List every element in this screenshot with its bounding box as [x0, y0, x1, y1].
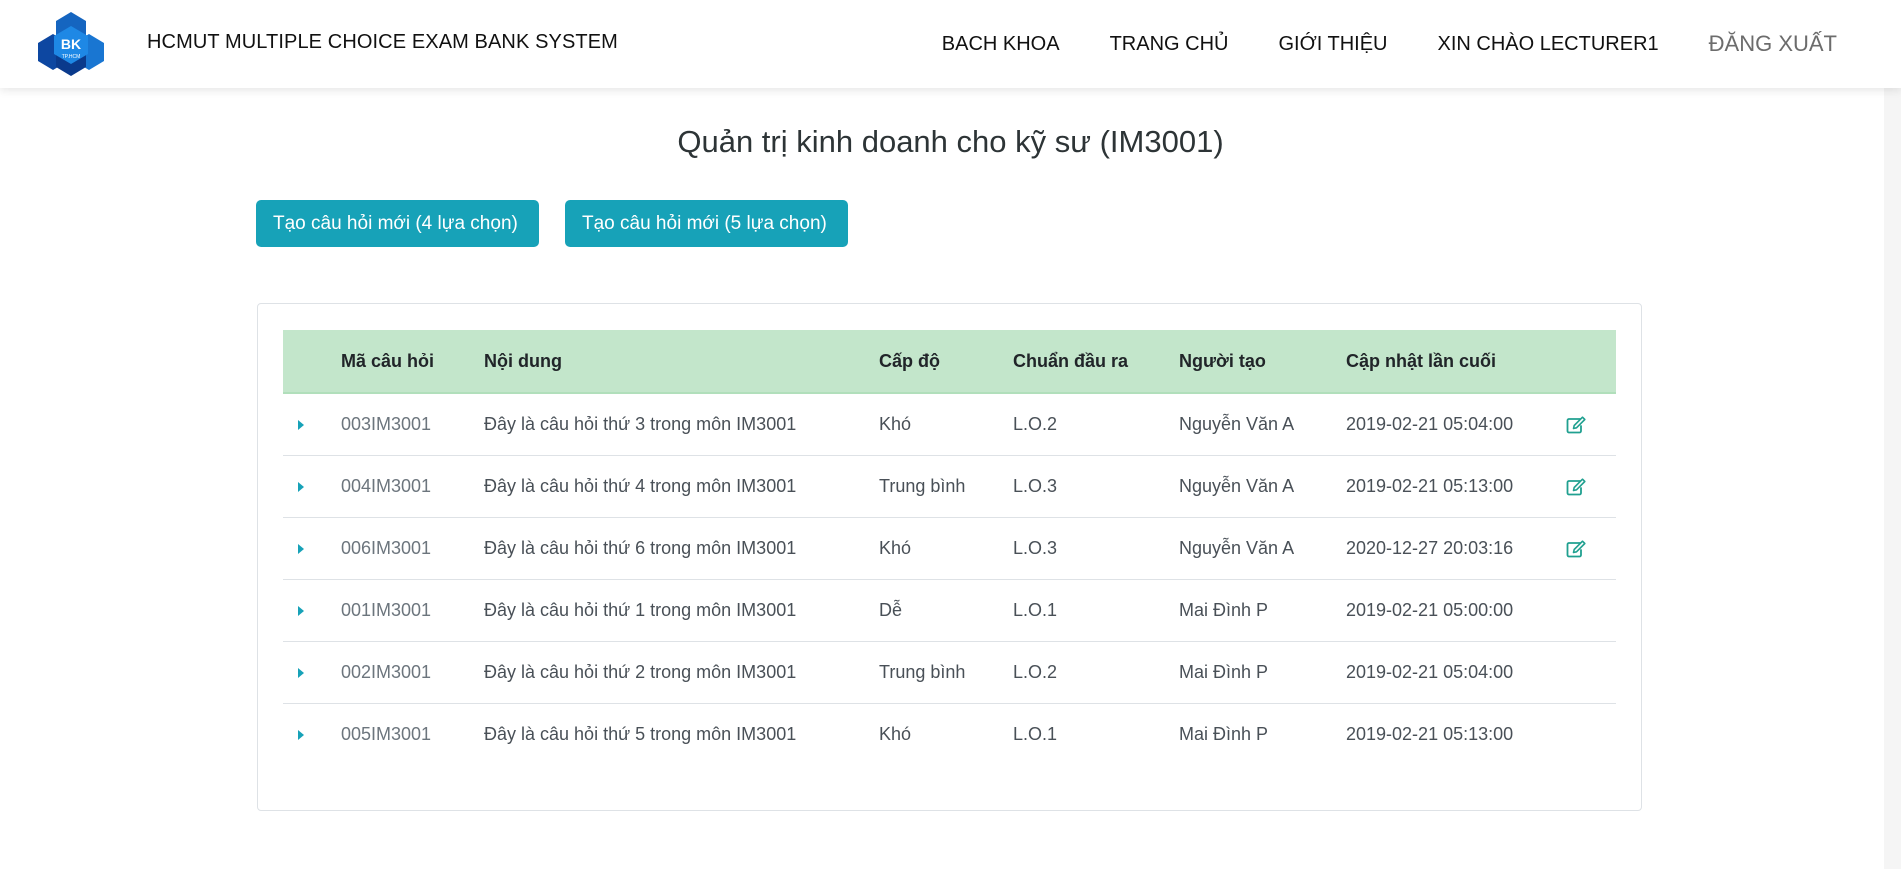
question-code: 003IM3001	[341, 413, 432, 434]
question-learning-outcome: L.O.3	[1013, 537, 1058, 558]
edit-icon[interactable]	[1566, 540, 1586, 558]
nav-link-logout[interactable]: ĐĂNG XUẤT	[1709, 31, 1837, 57]
question-level: Khó	[879, 413, 912, 434]
page-title: Quản trị kinh doanh cho kỹ sư (IM3001)	[677, 124, 1224, 159]
expand-cell[interactable]	[283, 517, 341, 579]
header-actions	[1566, 330, 1616, 393]
table-row[interactable]: 005IM3001 Đây là câu hỏi thứ 5 trong môn…	[283, 703, 1616, 765]
expand-cell[interactable]	[283, 579, 341, 641]
question-code: 002IM3001	[341, 661, 432, 682]
edit-icon[interactable]	[1566, 478, 1586, 496]
questions-table: Mã câu hỏi Nội dung Cấp độ Chuẩn đầu ra …	[283, 330, 1616, 765]
nav-link-user-greeting[interactable]: XIN CHÀO LECTURER1	[1437, 33, 1658, 56]
caret-right-icon[interactable]	[298, 729, 304, 740]
logo-text: BK	[61, 36, 81, 52]
table-row[interactable]: 002IM3001 Đây là câu hỏi thứ 2 trong môn…	[283, 641, 1616, 703]
question-learning-outcome: L.O.1	[1013, 723, 1058, 744]
edit-icon[interactable]	[1566, 416, 1586, 434]
question-level: Trung bình	[879, 661, 966, 682]
question-updated: 2019-02-21 05:13:00	[1346, 475, 1514, 496]
table-row[interactable]: 001IM3001 Đây là câu hỏi thứ 1 trong môn…	[283, 579, 1616, 641]
table-header-row: Mã câu hỏi Nội dung Cấp độ Chuẩn đầu ra …	[283, 330, 1616, 393]
header-content[interactable]: Nội dung	[484, 330, 879, 393]
question-content: Đây là câu hỏi thứ 5 trong môn IM3001	[484, 723, 797, 744]
table-row[interactable]: 003IM3001 Đây là câu hỏi thứ 3 trong môn…	[283, 393, 1616, 455]
caret-right-icon[interactable]	[298, 481, 304, 492]
question-level: Trung bình	[879, 475, 966, 496]
scrollbar[interactable]	[1884, 88, 1901, 869]
table-row[interactable]: 006IM3001 Đây là câu hỏi thứ 6 trong môn…	[283, 517, 1616, 579]
expand-cell[interactable]	[283, 641, 341, 703]
header-learning-outcome[interactable]: Chuẩn đầu ra	[1013, 330, 1179, 393]
expand-cell[interactable]	[283, 703, 341, 765]
expand-cell[interactable]	[283, 393, 341, 455]
header-code[interactable]: Mã câu hỏi	[341, 330, 484, 393]
question-updated: 2019-02-21 05:04:00	[1346, 661, 1514, 682]
question-creator: Mai Đình P	[1179, 661, 1269, 682]
question-content: Đây là câu hỏi thứ 1 trong môn IM3001	[484, 599, 797, 620]
bk-logo-icon[interactable]: BK TP.HCM	[38, 12, 104, 76]
edit-cell	[1566, 455, 1616, 517]
caret-right-icon[interactable]	[298, 605, 304, 616]
question-updated: 2019-02-21 05:00:00	[1346, 599, 1514, 620]
question-creator: Nguyễn Văn A	[1179, 537, 1295, 558]
header-level[interactable]: Cấp độ	[879, 330, 1013, 393]
question-creator: Mai Đình P	[1179, 599, 1269, 620]
edit-cell	[1566, 641, 1616, 703]
question-code: 001IM3001	[341, 599, 432, 620]
create-question-5-choices-button[interactable]: Tạo câu hỏi mới (5 lựa chọn)	[565, 200, 848, 247]
edit-cell	[1566, 579, 1616, 641]
question-learning-outcome: L.O.2	[1013, 413, 1058, 434]
question-learning-outcome: L.O.1	[1013, 599, 1058, 620]
caret-right-icon[interactable]	[298, 543, 304, 554]
create-question-4-choices-button[interactable]: Tạo câu hỏi mới (4 lựa chọn)	[256, 200, 539, 247]
edit-cell	[1566, 517, 1616, 579]
header-creator[interactable]: Người tạo	[1179, 330, 1346, 393]
questions-card: Mã câu hỏi Nội dung Cấp độ Chuẩn đầu ra …	[257, 303, 1642, 811]
header-updated[interactable]: Cập nhật lần cuối	[1346, 330, 1566, 393]
question-updated: 2019-02-21 05:04:00	[1346, 413, 1514, 434]
table-row[interactable]: 004IM3001 Đây là câu hỏi thứ 4 trong môn…	[283, 455, 1616, 517]
question-code: 006IM3001	[341, 537, 432, 558]
question-code: 005IM3001	[341, 723, 432, 744]
question-creator: Nguyễn Văn A	[1179, 475, 1295, 496]
question-creator: Nguyễn Văn A	[1179, 413, 1295, 434]
brand-title[interactable]: HCMUT MULTIPLE CHOICE EXAM BANK SYSTEM	[147, 31, 618, 54]
edit-cell	[1566, 393, 1616, 455]
header-expand	[283, 330, 341, 393]
question-creator: Mai Đình P	[1179, 723, 1269, 744]
nav-links: BACH KHOA TRANG CHỦ GIỚI THIỆU XIN CHÀO …	[942, 0, 1837, 88]
expand-cell[interactable]	[283, 455, 341, 517]
nav-link-bach-khoa[interactable]: BACH KHOA	[942, 33, 1060, 56]
question-level: Dễ	[879, 599, 903, 620]
question-content: Đây là câu hỏi thứ 3 trong môn IM3001	[484, 413, 797, 434]
question-code: 004IM3001	[341, 475, 432, 496]
navbar: BK TP.HCM HCMUT MULTIPLE CHOICE EXAM BAN…	[0, 0, 1901, 88]
question-updated: 2019-02-21 05:13:00	[1346, 723, 1514, 744]
question-content: Đây là câu hỏi thứ 6 trong môn IM3001	[484, 537, 797, 558]
caret-right-icon[interactable]	[298, 667, 304, 678]
question-learning-outcome: L.O.3	[1013, 475, 1058, 496]
caret-right-icon[interactable]	[298, 419, 304, 430]
edit-cell	[1566, 703, 1616, 765]
question-level: Khó	[879, 723, 912, 744]
nav-link-home[interactable]: TRANG CHỦ	[1110, 33, 1229, 56]
question-learning-outcome: L.O.2	[1013, 661, 1058, 682]
question-content: Đây là câu hỏi thứ 4 trong môn IM3001	[484, 475, 797, 496]
nav-link-about[interactable]: GIỚI THIỆU	[1278, 33, 1387, 56]
question-content: Đây là câu hỏi thứ 2 trong môn IM3001	[484, 661, 797, 682]
logo-subtext: TP.HCM	[62, 54, 81, 60]
question-updated: 2020-12-27 20:03:16	[1346, 537, 1514, 558]
question-level: Khó	[879, 537, 912, 558]
